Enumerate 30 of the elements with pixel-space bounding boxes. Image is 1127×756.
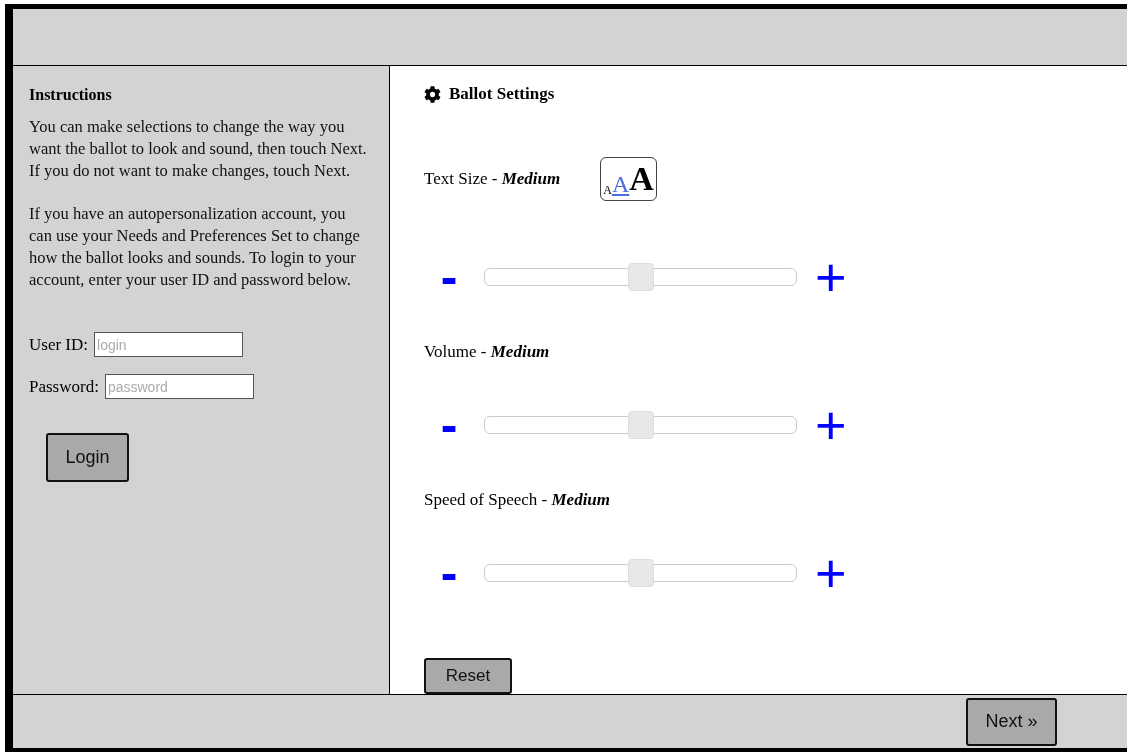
slider-thumb[interactable] bbox=[627, 411, 654, 439]
decrease-button[interactable]: - bbox=[428, 548, 470, 598]
settings-icon bbox=[424, 85, 441, 103]
reset-button[interactable]: Reset bbox=[424, 658, 512, 694]
setting-label: Text Size - Medium bbox=[424, 169, 561, 189]
increase-button[interactable]: + bbox=[815, 250, 847, 304]
increase-button[interactable]: + bbox=[815, 398, 847, 452]
input-field[interactable]: login bbox=[94, 332, 243, 357]
settings-title: Ballot Settings bbox=[449, 84, 555, 104]
slider-thumb[interactable] bbox=[627, 559, 654, 587]
decrease-button[interactable]: - bbox=[428, 252, 470, 302]
field-label: User ID: bbox=[29, 334, 88, 355]
input-field[interactable]: password bbox=[104, 374, 254, 399]
field-label: Password: bbox=[29, 376, 99, 397]
slider-thumb[interactable] bbox=[627, 263, 654, 291]
slider[interactable] bbox=[484, 263, 797, 291]
setting-label: Speed of Speech - Medium bbox=[424, 490, 611, 510]
increase-button[interactable]: + bbox=[815, 546, 847, 600]
next-button[interactable]: Next » bbox=[966, 697, 1057, 746]
size-option[interactable]: A bbox=[603, 184, 612, 196]
setting-label: Volume - Medium bbox=[424, 342, 550, 362]
size-option[interactable]: A bbox=[611, 172, 630, 196]
decrease-button[interactable]: - bbox=[428, 400, 470, 450]
instructions-text: You can make selections to change the way you want the ballot to look and sound, then touch Next. If you do not want to make changes, touch Next. bbox=[29, 116, 368, 182]
login-button[interactable]: Login bbox=[46, 433, 129, 482]
instructions-title: Instructions bbox=[29, 86, 113, 104]
slider[interactable] bbox=[484, 559, 797, 587]
size-option[interactable]: A bbox=[629, 162, 654, 196]
slider[interactable] bbox=[484, 411, 797, 439]
instructions-text: If you have an autopersonalization account, you can use your Needs and Preferences Set to change how the ballot looks and sounds. To login to your account, enter your user ID and password below. bbox=[29, 203, 361, 291]
